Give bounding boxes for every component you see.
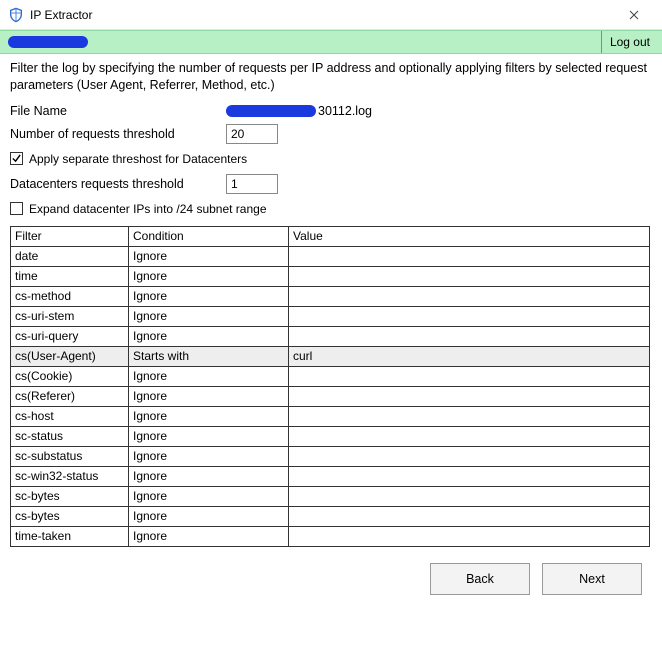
- table-row[interactable]: time-takenIgnore: [11, 526, 650, 546]
- username-redacted: [8, 36, 88, 48]
- header-value[interactable]: Value: [289, 226, 650, 246]
- back-button[interactable]: Back: [430, 563, 530, 595]
- filename-redacted: [226, 105, 316, 117]
- dc-threshold-input[interactable]: [226, 174, 278, 194]
- cell-value[interactable]: [289, 366, 650, 386]
- filename-suffix: 30112.log: [318, 104, 372, 118]
- cell-value[interactable]: [289, 306, 650, 326]
- table-row[interactable]: timeIgnore: [11, 266, 650, 286]
- table-row[interactable]: cs-methodIgnore: [11, 286, 650, 306]
- cell-filter[interactable]: cs-method: [11, 286, 129, 306]
- threshold-input[interactable]: [226, 124, 278, 144]
- description-text: Filter the log by specifying the number …: [10, 60, 652, 94]
- cell-value[interactable]: [289, 526, 650, 546]
- cell-value[interactable]: [289, 486, 650, 506]
- cell-filter[interactable]: cs-host: [11, 406, 129, 426]
- user-banner: Log out: [0, 30, 662, 54]
- window-title: IP Extractor: [30, 8, 614, 22]
- table-row[interactable]: dateIgnore: [11, 246, 650, 266]
- cell-condition[interactable]: Ignore: [129, 286, 289, 306]
- next-button[interactable]: Next: [542, 563, 642, 595]
- cell-filter[interactable]: time-taken: [11, 526, 129, 546]
- dc-threshold-label: Datacenters requests threshold: [10, 177, 226, 191]
- cell-value[interactable]: [289, 446, 650, 466]
- header-condition[interactable]: Condition: [129, 226, 289, 246]
- cell-condition[interactable]: Ignore: [129, 326, 289, 346]
- cell-filter[interactable]: sc-status: [11, 426, 129, 446]
- cell-condition[interactable]: Ignore: [129, 506, 289, 526]
- footer-buttons: Back Next: [10, 547, 652, 595]
- cell-value[interactable]: [289, 426, 650, 446]
- cell-filter[interactable]: cs(User-Agent): [11, 346, 129, 366]
- cell-value[interactable]: [289, 286, 650, 306]
- filter-table[interactable]: Filter Condition Value dateIgnoretimeIgn…: [10, 226, 650, 547]
- table-row[interactable]: cs-hostIgnore: [11, 406, 650, 426]
- dc-checkbox-label: Apply separate threshost for Datacenters: [29, 152, 247, 166]
- expand-checkbox-row: Expand datacenter IPs into /24 subnet ra…: [10, 202, 652, 216]
- cell-value[interactable]: curl: [289, 346, 650, 366]
- cell-condition[interactable]: Ignore: [129, 466, 289, 486]
- table-row[interactable]: cs(User-Agent)Starts withcurl: [11, 346, 650, 366]
- table-row[interactable]: sc-substatusIgnore: [11, 446, 650, 466]
- threshold-label: Number of requests threshold: [10, 127, 226, 141]
- dc-checkbox[interactable]: [10, 152, 23, 165]
- content-area: Filter the log by specifying the number …: [0, 54, 662, 595]
- cell-filter[interactable]: cs-uri-query: [11, 326, 129, 346]
- expand-checkbox[interactable]: [10, 202, 23, 215]
- cell-filter[interactable]: sc-bytes: [11, 486, 129, 506]
- cell-condition[interactable]: Ignore: [129, 406, 289, 426]
- table-row[interactable]: cs(Cookie)Ignore: [11, 366, 650, 386]
- cell-condition[interactable]: Ignore: [129, 306, 289, 326]
- cell-filter[interactable]: cs(Cookie): [11, 366, 129, 386]
- cell-value[interactable]: [289, 466, 650, 486]
- cell-condition[interactable]: Ignore: [129, 446, 289, 466]
- cell-condition[interactable]: Ignore: [129, 246, 289, 266]
- cell-condition[interactable]: Ignore: [129, 486, 289, 506]
- cell-value[interactable]: [289, 506, 650, 526]
- close-icon: [629, 10, 639, 20]
- threshold-row: Number of requests threshold: [10, 124, 652, 144]
- cell-filter[interactable]: cs-uri-stem: [11, 306, 129, 326]
- header-filter[interactable]: Filter: [11, 226, 129, 246]
- filename-row: File Name 30112.log: [10, 104, 652, 118]
- app-shield-icon: [8, 7, 24, 23]
- cell-condition[interactable]: Ignore: [129, 526, 289, 546]
- window-close-button[interactable]: [614, 0, 654, 30]
- logout-link[interactable]: Log out: [601, 31, 658, 53]
- cell-value[interactable]: [289, 406, 650, 426]
- cell-filter[interactable]: sc-substatus: [11, 446, 129, 466]
- table-row[interactable]: cs-bytesIgnore: [11, 506, 650, 526]
- table-row[interactable]: sc-bytesIgnore: [11, 486, 650, 506]
- dc-checkbox-row: Apply separate threshost for Datacenters: [10, 152, 652, 166]
- cell-value[interactable]: [289, 326, 650, 346]
- table-header-row: Filter Condition Value: [11, 226, 650, 246]
- table-row[interactable]: cs-uri-stemIgnore: [11, 306, 650, 326]
- cell-condition[interactable]: Starts with: [129, 346, 289, 366]
- cell-condition[interactable]: Ignore: [129, 366, 289, 386]
- cell-filter[interactable]: cs(Referer): [11, 386, 129, 406]
- table-row[interactable]: sc-win32-statusIgnore: [11, 466, 650, 486]
- titlebar: IP Extractor: [0, 0, 662, 30]
- cell-value[interactable]: [289, 246, 650, 266]
- cell-value[interactable]: [289, 266, 650, 286]
- cell-condition[interactable]: Ignore: [129, 426, 289, 446]
- cell-filter[interactable]: cs-bytes: [11, 506, 129, 526]
- cell-value[interactable]: [289, 386, 650, 406]
- filename-label: File Name: [10, 104, 226, 118]
- cell-filter[interactable]: time: [11, 266, 129, 286]
- table-row[interactable]: sc-statusIgnore: [11, 426, 650, 446]
- cell-condition[interactable]: Ignore: [129, 266, 289, 286]
- table-row[interactable]: cs-uri-queryIgnore: [11, 326, 650, 346]
- cell-condition[interactable]: Ignore: [129, 386, 289, 406]
- table-row[interactable]: cs(Referer)Ignore: [11, 386, 650, 406]
- cell-filter[interactable]: sc-win32-status: [11, 466, 129, 486]
- expand-checkbox-label: Expand datacenter IPs into /24 subnet ra…: [29, 202, 267, 216]
- cell-filter[interactable]: date: [11, 246, 129, 266]
- dc-threshold-row: Datacenters requests threshold: [10, 174, 652, 194]
